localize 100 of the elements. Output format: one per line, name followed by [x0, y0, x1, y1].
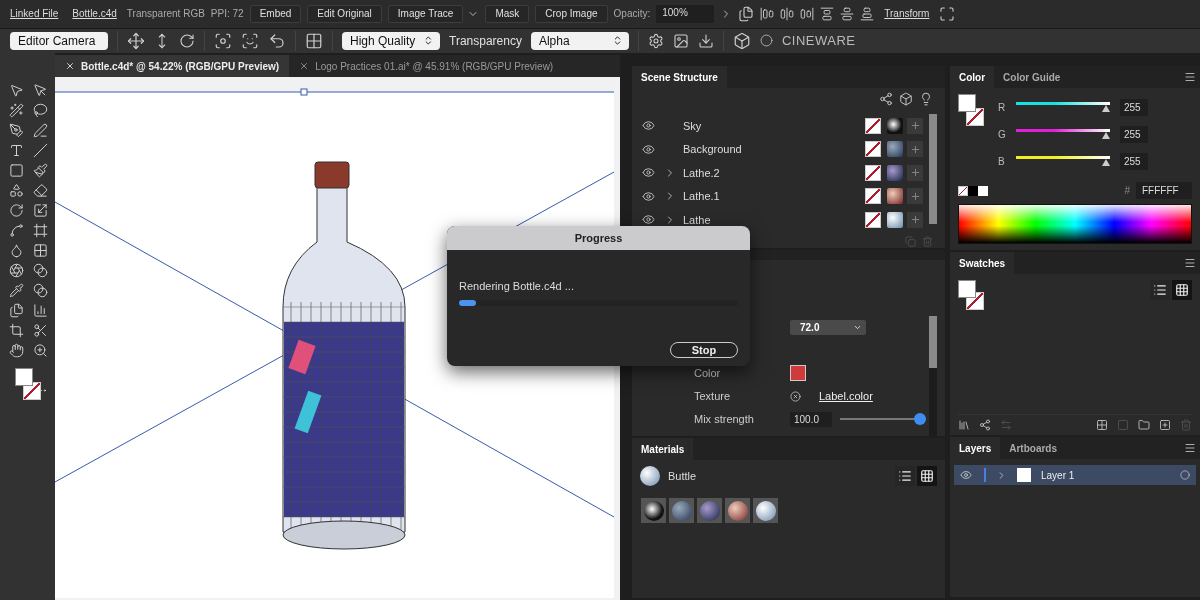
clear-icon[interactable]	[790, 390, 801, 402]
graph-icon[interactable]	[32, 302, 48, 318]
visibility-eye-icon[interactable]	[642, 189, 655, 203]
magic-wand-icon[interactable]	[8, 102, 24, 118]
slider-thumb[interactable]	[1102, 105, 1110, 112]
paintbrush-icon[interactable]	[32, 162, 48, 178]
slider-thumb[interactable]	[914, 413, 926, 425]
material-tile[interactable]	[753, 498, 778, 523]
library-icon[interactable]	[958, 419, 970, 431]
control-bar-button[interactable]: Embed	[249, 4, 302, 23]
layer-row[interactable]: Layer 1	[954, 465, 1196, 485]
free-transform-icon[interactable]	[32, 222, 48, 238]
no-color-swatch[interactable]	[865, 141, 881, 158]
pen-icon[interactable]	[8, 122, 24, 138]
control-bar-button[interactable]: Edit Original	[307, 4, 382, 23]
add-button[interactable]	[907, 117, 923, 134]
export-icon[interactable]	[697, 32, 714, 49]
menu-icon[interactable]	[1184, 71, 1196, 83]
channel-slider[interactable]	[1016, 156, 1110, 166]
curvature-pen-icon[interactable]	[32, 122, 48, 138]
slider-thumb[interactable]	[1102, 132, 1110, 139]
list-view-button[interactable]	[895, 466, 915, 486]
eraser-icon[interactable]	[32, 182, 48, 198]
eyedropper-icon[interactable]	[8, 282, 24, 298]
linked-file-link[interactable]: Bottle.c4d	[68, 8, 121, 20]
share-icon[interactable]	[979, 419, 991, 431]
frame-selected-icon[interactable]	[241, 31, 259, 50]
align-bottom-icon[interactable]	[860, 6, 875, 21]
no-color-swatch[interactable]	[865, 164, 881, 181]
color-spectrum[interactable]	[958, 204, 1192, 244]
align-center-icon[interactable]	[780, 6, 795, 21]
hand-icon[interactable]	[8, 342, 24, 358]
warp-icon[interactable]	[8, 222, 24, 238]
document-icon[interactable]	[738, 5, 755, 22]
align-left-icon[interactable]	[760, 6, 775, 21]
slice-icon[interactable]	[32, 322, 48, 338]
transform-link[interactable]: Transform	[880, 8, 934, 20]
visibility-eye-icon[interactable]	[642, 119, 655, 133]
no-color-swatch[interactable]	[865, 117, 881, 134]
visibility-eye-icon[interactable]	[642, 213, 655, 227]
material-tile[interactable]	[697, 498, 722, 523]
rotate-icon[interactable]	[8, 202, 24, 218]
mix-strength-field[interactable]: 100.0	[790, 411, 832, 427]
panel-tab[interactable]: Scene Structure	[632, 66, 727, 88]
preset-swatch[interactable]	[978, 185, 988, 196]
line-icon[interactable]	[32, 142, 48, 158]
blend-icon[interactable]	[32, 282, 48, 298]
hex-field[interactable]: FFFFFF	[1136, 182, 1192, 199]
image-icon[interactable]	[672, 32, 689, 49]
align-middle-icon[interactable]	[840, 6, 855, 21]
close-icon[interactable]	[65, 61, 75, 71]
material-tile[interactable]	[669, 498, 694, 523]
material-thumbnail[interactable]	[887, 211, 903, 228]
material-thumbnail[interactable]	[887, 188, 903, 205]
material-tile[interactable]	[641, 498, 666, 523]
add-button[interactable]	[907, 188, 923, 205]
list-view-button[interactable]	[1150, 280, 1170, 300]
no-color-swatch[interactable]	[958, 185, 968, 196]
add-button[interactable]	[907, 211, 923, 228]
menu-icon[interactable]	[1184, 257, 1196, 269]
texture-link[interactable]: Label.color	[819, 390, 873, 402]
linked-file-link[interactable]: Linked File	[6, 8, 63, 20]
perspective-grid-icon[interactable]	[32, 242, 48, 258]
grid-view-button[interactable]	[1172, 280, 1192, 300]
channel-value-field[interactable]: 255	[1120, 125, 1148, 143]
close-icon[interactable]	[299, 61, 310, 71]
channel-slider[interactable]	[1016, 129, 1110, 139]
fill-stroke-indicator[interactable]	[15, 368, 41, 402]
scene-object-name[interactable]: Lathe.1	[683, 190, 865, 203]
no-color-swatch[interactable]	[865, 211, 881, 228]
control-bar-button[interactable]: Mask	[485, 4, 530, 23]
scrollbar-thumb[interactable]	[929, 114, 937, 224]
rectangle-icon[interactable]	[8, 162, 24, 178]
document-tab[interactable]: Bottle.c4d* @ 54.22% (RGB/GPU Preview)	[55, 55, 290, 77]
scrollbar-thumb[interactable]	[929, 316, 937, 368]
color-group-icon[interactable]	[1117, 419, 1129, 431]
preset-swatch[interactable]	[968, 185, 978, 196]
move-icon[interactable]	[127, 31, 145, 50]
transparency-select[interactable]: Alpha	[530, 31, 629, 50]
cube-icon[interactable]	[899, 92, 913, 106]
type-icon[interactable]	[8, 142, 24, 158]
slider-thumb[interactable]	[1102, 159, 1110, 166]
panel-tab[interactable]: Artboards	[1000, 437, 1067, 459]
direct-selection-icon[interactable]	[32, 82, 48, 98]
no-color-swatch[interactable]	[865, 188, 881, 205]
transform-icon[interactable]	[939, 5, 956, 22]
scene-object-name[interactable]: Lathe	[683, 213, 865, 226]
orbit-icon[interactable]	[179, 32, 195, 49]
material-tile[interactable]	[725, 498, 750, 523]
panel-tab[interactable]: Materials	[632, 438, 694, 460]
visibility-eye-icon[interactable]	[642, 166, 655, 180]
panel-tab[interactable]: Layers	[950, 437, 1001, 459]
channel-value-field[interactable]: 255	[1120, 98, 1148, 116]
undo-icon[interactable]	[268, 31, 286, 50]
scene-object-name[interactable]: Lathe.2	[683, 166, 865, 179]
channel-value-field[interactable]: 255	[1120, 152, 1148, 170]
add-button[interactable]	[907, 141, 923, 158]
folder-icon[interactable]	[1138, 419, 1150, 431]
panel-tab[interactable]: Color	[950, 66, 995, 88]
scale-icon[interactable]	[32, 202, 48, 218]
